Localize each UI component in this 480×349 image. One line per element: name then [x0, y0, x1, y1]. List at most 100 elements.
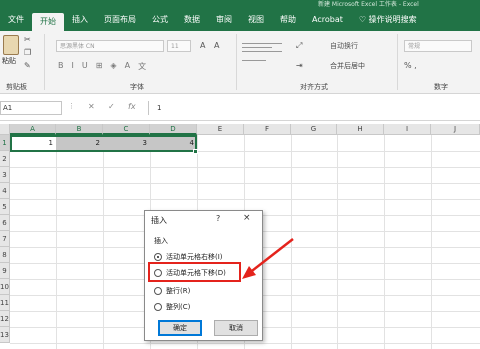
option-entire-column[interactable]: 整列(C) — [154, 301, 190, 313]
dialog-group-label: 插入 — [154, 237, 168, 245]
select-all-corner[interactable] — [0, 124, 10, 135]
gridline — [10, 167, 480, 168]
cut-icon[interactable]: ✂ — [24, 35, 31, 45]
column-header-f[interactable]: F — [244, 124, 291, 135]
number-format-buttons[interactable]: % , — [404, 61, 417, 70]
formula-input[interactable]: 1 — [148, 101, 480, 115]
formula-bar: A1 ⋮ ✕ ✓ fx 1 — [0, 95, 480, 121]
row-header-9[interactable]: 9 — [0, 263, 10, 279]
orientation-icon[interactable]: ⤢ — [296, 41, 302, 51]
gridline — [10, 199, 480, 200]
number-group-label: 数字 — [434, 83, 448, 91]
tab-insert[interactable]: 插入 — [64, 9, 96, 31]
fill-color-icon[interactable]: ◈ — [110, 61, 116, 72]
column-header-h[interactable]: H — [337, 124, 384, 135]
merge-center-button[interactable]: 合并后居中 — [330, 61, 365, 71]
option-entire-row-label: 整行(R) — [166, 287, 191, 295]
paste-icon[interactable] — [3, 35, 19, 55]
row-header-3[interactable]: 3 — [0, 167, 10, 183]
enter-icon[interactable]: ✓ — [108, 102, 115, 111]
selection-range — [10, 135, 197, 152]
option-entire-row[interactable]: 整行(R) — [154, 285, 190, 297]
row-header-8[interactable]: 8 — [0, 247, 10, 263]
radio-shift-right[interactable] — [154, 253, 162, 261]
alignment-icons[interactable] — [242, 40, 286, 76]
column-header-c[interactable]: C — [103, 124, 150, 135]
tab-tell-me[interactable]: ♡ 操作说明搜索 — [351, 9, 425, 31]
row-header-1[interactable]: 1 — [0, 135, 10, 151]
help-button[interactable]: ? — [216, 214, 220, 223]
decrease-font-icon[interactable]: A — [214, 41, 219, 51]
font-group-label: 字体 — [130, 83, 144, 91]
row-header-11[interactable]: 11 — [0, 295, 10, 311]
cancel-icon[interactable]: ✕ — [88, 102, 95, 111]
font-size-select[interactable]: 11 — [167, 40, 191, 52]
highlight-box — [148, 262, 241, 282]
column-header-g[interactable]: G — [291, 124, 337, 135]
column-header-b[interactable]: B — [56, 124, 103, 135]
wrap-text-button[interactable]: 自动换行 — [330, 41, 358, 51]
tab-data[interactable]: 数据 — [176, 9, 208, 31]
row-header-4[interactable]: 4 — [0, 183, 10, 199]
column-header-j[interactable]: J — [431, 124, 480, 135]
column-header-e[interactable]: E — [197, 124, 244, 135]
option-entire-column-label: 整列(C) — [166, 303, 191, 311]
row-header-13[interactable]: 13 — [0, 327, 10, 343]
row-header-10[interactable]: 10 — [0, 279, 10, 295]
column-header-i[interactable]: I — [384, 124, 431, 135]
gridline — [10, 343, 480, 344]
row-header-7[interactable]: 7 — [0, 231, 10, 247]
increase-font-icon[interactable]: A — [200, 41, 205, 51]
lightbulb-icon: ♡ — [358, 15, 369, 24]
tab-file[interactable]: 文件 — [0, 9, 32, 31]
column-header-a[interactable]: A — [10, 124, 56, 135]
tab-view[interactable]: 视图 — [240, 9, 272, 31]
paste-label[interactable]: 粘贴 — [2, 56, 16, 66]
divider — [44, 34, 45, 90]
row-header-5[interactable]: 5 — [0, 199, 10, 215]
formula-bar-handle: ⋮ — [68, 102, 75, 110]
option-shift-right-label: 活动单元格右移(I) — [166, 253, 223, 261]
tab-page-layout[interactable]: 页面布局 — [96, 9, 144, 31]
font-name-select[interactable]: 思源黑体 CN — [56, 40, 164, 52]
copy-icon[interactable]: ❐ — [24, 48, 31, 58]
font-format-row: B I U ⊞ ◈ A 文 — [58, 61, 146, 72]
name-box[interactable]: A1 — [0, 101, 62, 115]
phonetic-icon[interactable]: 文 — [138, 61, 146, 72]
row-header-12[interactable]: 12 — [0, 311, 10, 327]
italic-icon[interactable]: I — [72, 61, 74, 72]
format-painter-icon[interactable]: ✎ — [24, 61, 31, 71]
window-title: 新建 Microsoft Excel 工作表 - Excel — [318, 1, 419, 8]
dialog-title: 插入 — [151, 216, 167, 225]
number-format-select[interactable]: 常规 — [404, 40, 472, 52]
tab-formulas[interactable]: 公式 — [144, 9, 176, 31]
indent-icon[interactable]: ⇥ — [296, 61, 303, 71]
tab-review[interactable]: 审阅 — [208, 9, 240, 31]
tab-home[interactable]: 开始 — [32, 13, 64, 31]
close-button[interactable]: × — [243, 213, 251, 223]
ribbon-tabs: 文件 开始 插入 页面布局 公式 数据 审阅 视图 帮助 Acrobat ♡ 操… — [0, 9, 480, 31]
ribbon: 粘贴 ✂ ❐ ✎ 剪贴板 思源黑体 CN 11 A A B I U ⊞ ◈ A … — [0, 31, 480, 94]
row-header-2[interactable]: 2 — [0, 151, 10, 167]
ok-button[interactable]: 确定 — [158, 320, 202, 336]
tab-help[interactable]: 帮助 — [272, 9, 304, 31]
underline-icon[interactable]: U — [82, 61, 88, 72]
radio-entire-row[interactable] — [154, 287, 162, 295]
tell-me-label: 操作说明搜索 — [368, 15, 417, 24]
bold-icon[interactable]: B — [58, 61, 64, 72]
cancel-button[interactable]: 取消 — [214, 320, 258, 336]
tab-acrobat[interactable]: Acrobat — [304, 9, 351, 31]
insert-function-icon[interactable]: fx — [128, 102, 136, 111]
title-bar: 新建 Microsoft Excel 工作表 - Excel — [0, 0, 480, 9]
insert-dialog: 插入 ? × 插入 活动单元格右移(I) 活动单元格下移(D) 整行(R) 整列… — [144, 210, 263, 341]
divider — [236, 34, 237, 90]
alignment-group-label: 对齐方式 — [300, 83, 328, 91]
fill-handle[interactable] — [193, 149, 198, 154]
radio-entire-column[interactable] — [154, 303, 162, 311]
column-header-d[interactable]: D — [150, 124, 197, 135]
row-header-6[interactable]: 6 — [0, 215, 10, 231]
gridline — [10, 183, 480, 184]
divider — [397, 34, 398, 90]
border-icon[interactable]: ⊞ — [96, 61, 103, 72]
font-color-icon[interactable]: A — [125, 61, 130, 72]
